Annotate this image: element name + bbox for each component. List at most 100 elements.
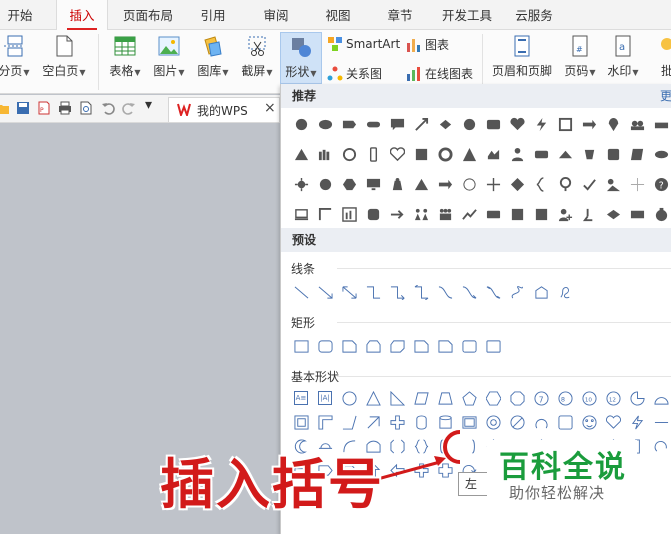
tab-view[interactable]: 视图: [318, 0, 358, 30]
shape-button[interactable]: 形状▼: [280, 32, 322, 84]
basic-shape[interactable]: [553, 410, 577, 434]
recommended-shape[interactable]: [625, 172, 649, 196]
recommended-shape[interactable]: [601, 112, 625, 136]
recommended-shape[interactable]: ?: [649, 172, 671, 196]
line-shape[interactable]: [505, 280, 529, 304]
basic-shape[interactable]: [481, 410, 505, 434]
basic-shape[interactable]: [385, 386, 409, 410]
recommended-shape[interactable]: [457, 172, 481, 196]
recommended-shape[interactable]: [433, 112, 457, 136]
line-shape[interactable]: [529, 280, 553, 304]
tab-my-wps[interactable]: 我的WPS ×: [168, 97, 280, 122]
basic-shape[interactable]: [649, 434, 671, 458]
line-shape[interactable]: [289, 280, 313, 304]
rectangle-shape[interactable]: [457, 334, 481, 358]
customize-dropdown-icon[interactable]: ▾: [145, 97, 152, 113]
recommended-shape[interactable]: [529, 142, 553, 166]
recommended-shape[interactable]: [433, 172, 457, 196]
recommended-shape[interactable]: [505, 172, 529, 196]
recommended-shape[interactable]: [313, 142, 337, 166]
online-chart-button[interactable]: 在线图表: [406, 65, 473, 82]
recommended-shape[interactable]: [457, 112, 481, 136]
line-shape[interactable]: [553, 280, 577, 304]
line-shape[interactable]: [337, 280, 361, 304]
basic-shape[interactable]: [505, 410, 529, 434]
recommended-shape[interactable]: [625, 112, 649, 136]
rectangle-shape[interactable]: [385, 334, 409, 358]
recommended-shape[interactable]: [313, 112, 337, 136]
undo-icon[interactable]: [101, 101, 115, 115]
recommended-shape[interactable]: [385, 112, 409, 136]
recommended-shape[interactable]: [433, 142, 457, 166]
rectangle-shape[interactable]: [289, 334, 313, 358]
basic-shape[interactable]: [649, 410, 671, 434]
smartart-button[interactable]: SmartArt: [327, 36, 400, 52]
recommended-shape[interactable]: [505, 142, 529, 166]
recommended-shape[interactable]: [313, 202, 337, 226]
picture-button[interactable]: 图片▼: [150, 34, 188, 79]
chart-button[interactable]: 图表: [406, 36, 449, 53]
recommended-shape[interactable]: [649, 112, 671, 136]
line-shape[interactable]: [457, 280, 481, 304]
screenshot-button[interactable]: 截屏▼: [238, 34, 276, 79]
recommended-shape[interactable]: [577, 112, 601, 136]
recommended-shape[interactable]: [601, 142, 625, 166]
recommended-shape[interactable]: [553, 112, 577, 136]
recommended-shape[interactable]: [337, 142, 361, 166]
relation-chart-button[interactable]: 关系图: [327, 65, 382, 82]
recommended-shape[interactable]: [385, 202, 409, 226]
basic-shape[interactable]: A≡: [289, 386, 313, 410]
line-shape[interactable]: [409, 280, 433, 304]
tab-references[interactable]: 引用: [193, 0, 233, 30]
recommended-shape[interactable]: [289, 172, 313, 196]
recommended-shape[interactable]: [433, 202, 457, 226]
rectangle-shape[interactable]: [361, 334, 385, 358]
rectangle-shape[interactable]: [313, 334, 337, 358]
recommended-shape[interactable]: [529, 172, 553, 196]
basic-shape[interactable]: [625, 410, 649, 434]
tab-developer[interactable]: 开发工具: [435, 0, 499, 30]
rectangle-shape[interactable]: [409, 334, 433, 358]
basic-shape[interactable]: [601, 410, 625, 434]
tab-chapter[interactable]: 章节: [380, 0, 420, 30]
recommended-shape[interactable]: [457, 142, 481, 166]
recommended-shape[interactable]: [553, 202, 577, 226]
recommended-shape[interactable]: [361, 202, 385, 226]
basic-shape[interactable]: [337, 410, 361, 434]
line-shape[interactable]: [433, 280, 457, 304]
recommended-shape[interactable]: [337, 112, 361, 136]
rectangle-shape[interactable]: [337, 334, 361, 358]
open-folder-icon[interactable]: [0, 101, 10, 115]
recommended-shape[interactable]: [409, 112, 433, 136]
basic-shape[interactable]: 8: [553, 386, 577, 410]
basic-shape[interactable]: [481, 386, 505, 410]
line-shape[interactable]: [385, 280, 409, 304]
recommended-shape[interactable]: [649, 142, 671, 166]
recommended-shape[interactable]: [481, 202, 505, 226]
recommended-shape[interactable]: [289, 112, 313, 136]
basic-shape[interactable]: 10: [577, 386, 601, 410]
basic-shape[interactable]: [289, 410, 313, 434]
basic-shape[interactable]: [457, 386, 481, 410]
basic-shape[interactable]: [433, 386, 457, 410]
gallery-button[interactable]: 图库▼: [194, 34, 232, 79]
recommended-shape[interactable]: [601, 172, 625, 196]
basic-shape[interactable]: 12: [601, 386, 625, 410]
recommended-shape[interactable]: [289, 142, 313, 166]
recommended-shape[interactable]: [409, 142, 433, 166]
recommended-shape[interactable]: [337, 172, 361, 196]
recommended-shape[interactable]: [649, 202, 671, 226]
basic-shape[interactable]: [649, 386, 671, 410]
table-button[interactable]: 表格▼: [106, 34, 144, 79]
basic-shape[interactable]: 7: [529, 386, 553, 410]
recommended-shape[interactable]: [481, 172, 505, 196]
basic-shape[interactable]: [313, 410, 337, 434]
recommended-shape[interactable]: [289, 202, 313, 226]
tab-cloud[interactable]: 云服务: [509, 0, 559, 30]
page-number-button[interactable]: # 页码▼: [560, 34, 600, 79]
basic-shape[interactable]: [337, 386, 361, 410]
recommended-shape[interactable]: [505, 112, 529, 136]
recommended-shape[interactable]: [505, 202, 529, 226]
recommended-shape[interactable]: [625, 142, 649, 166]
recommended-shape[interactable]: [361, 142, 385, 166]
